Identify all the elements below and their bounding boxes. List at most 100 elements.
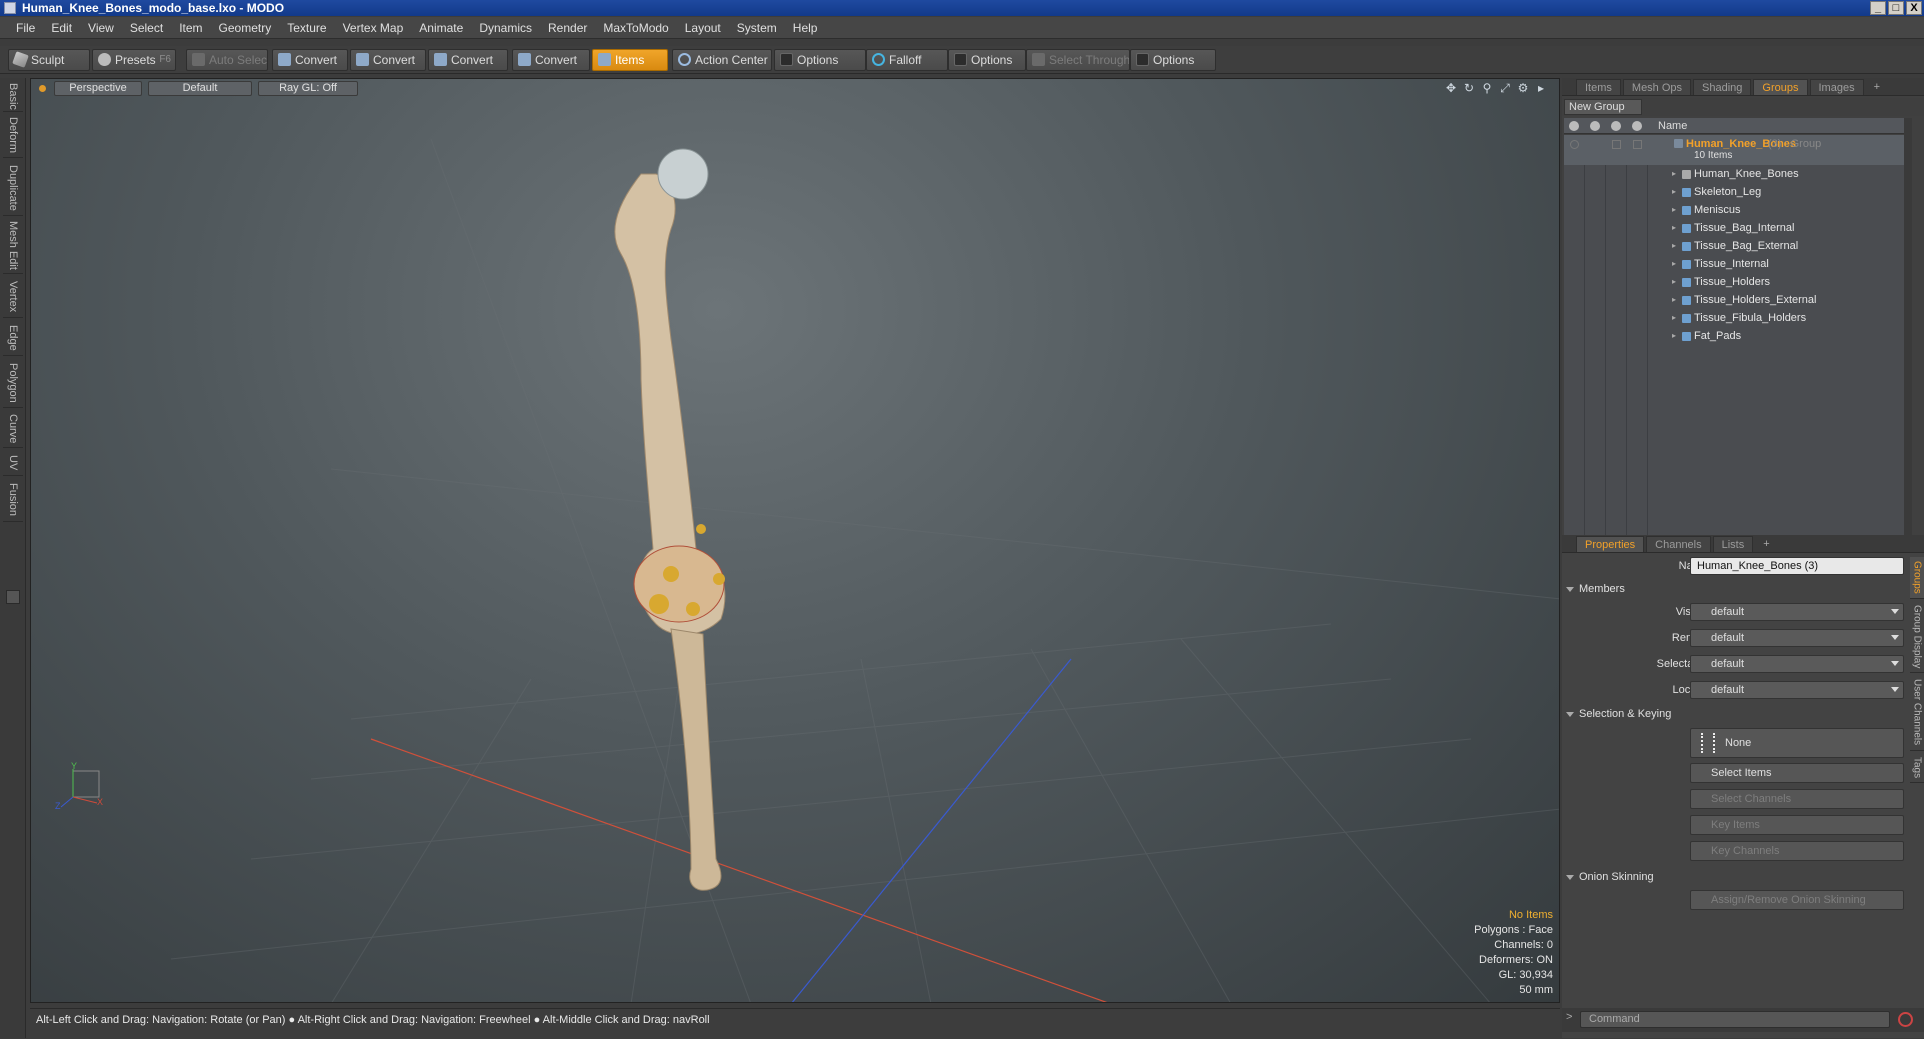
- record-macro-icon[interactable]: [1898, 1012, 1913, 1027]
- zoom-icon[interactable]: ⚲: [1481, 82, 1493, 94]
- selection-set-none[interactable]: None: [1690, 728, 1904, 758]
- menu-select[interactable]: Select: [122, 17, 171, 39]
- pan-icon[interactable]: ✥: [1445, 82, 1457, 94]
- command-history-arrow-icon[interactable]: >: [1566, 1011, 1572, 1023]
- side-tab-groups[interactable]: Groups: [1910, 557, 1924, 599]
- tab-polygon[interactable]: Polygon: [3, 358, 23, 408]
- sculpt-button[interactable]: Sculpt: [8, 49, 90, 71]
- expand-arrow-icon[interactable]: ▸: [1672, 327, 1676, 345]
- convert-button-2[interactable]: Convert: [350, 49, 426, 71]
- group-root-row[interactable]: Human_Knee_Bones (3) : Group 10 Items: [1564, 135, 1904, 165]
- select-through-options-button[interactable]: Options: [1130, 49, 1216, 71]
- tab-items[interactable]: Items: [1576, 79, 1621, 95]
- menu-layout[interactable]: Layout: [677, 17, 729, 39]
- assign-onion-skinning-button[interactable]: Assign/Remove Onion Skinning: [1690, 890, 1904, 910]
- tab-vertex[interactable]: Vertex: [3, 276, 23, 318]
- select-through-button[interactable]: Select Through: [1026, 49, 1130, 71]
- group-item-row[interactable]: ▸ Tissue_Bag_External: [1564, 237, 1904, 255]
- tab-uv[interactable]: UV: [3, 450, 23, 476]
- render-dropdown[interactable]: default: [1690, 629, 1904, 647]
- group-item-row[interactable]: ▸ Tissue_Bag_Internal: [1564, 219, 1904, 237]
- name-field[interactable]: Human_Knee_Bones (3): [1690, 557, 1904, 575]
- expand-arrow-icon[interactable]: ▸: [1672, 291, 1676, 309]
- expand-arrow-icon[interactable]: ▸: [1672, 237, 1676, 255]
- 3d-viewport[interactable]: Y X Z Perspective Default Ray GL: Off ✥ …: [30, 78, 1560, 1003]
- expand-arrow-icon[interactable]: ▸: [1672, 165, 1676, 183]
- tab-mesh-edit[interactable]: Mesh Edit: [3, 218, 23, 274]
- command-input[interactable]: Command: [1580, 1011, 1890, 1028]
- tab-shading[interactable]: Shading: [1693, 79, 1752, 95]
- expand-arrow-icon[interactable]: ▸: [1672, 273, 1676, 291]
- tab-curve[interactable]: Curve: [3, 410, 23, 448]
- expand-arrow-icon[interactable]: ▸: [1672, 183, 1676, 201]
- menu-render[interactable]: Render: [540, 17, 595, 39]
- select-toggle[interactable]: [1633, 140, 1642, 149]
- group-item-row[interactable]: ▸ Skeleton_Leg: [1564, 183, 1904, 201]
- group-item-row[interactable]: ▸ Tissue_Fibula_Holders: [1564, 309, 1904, 327]
- key-items-button[interactable]: Key Items: [1690, 815, 1904, 835]
- group-item-row[interactable]: ▸ Meniscus: [1564, 201, 1904, 219]
- tab-images[interactable]: Images: [1809, 79, 1864, 95]
- visibility-toggle[interactable]: [1570, 140, 1579, 149]
- menu-edit[interactable]: Edit: [43, 17, 80, 39]
- locked-dropdown[interactable]: default: [1690, 681, 1904, 699]
- menu-help[interactable]: Help: [785, 17, 826, 39]
- rotate-icon[interactable]: ↻: [1463, 82, 1475, 94]
- groups-scrollbar[interactable]: [1904, 118, 1912, 535]
- raygl-toggle[interactable]: Ray GL: Off: [258, 80, 358, 96]
- falloff-options-button[interactable]: Options: [948, 49, 1026, 71]
- selectable-dropdown[interactable]: default: [1690, 655, 1904, 673]
- tab-channels[interactable]: Channels: [1646, 536, 1711, 552]
- tab-properties[interactable]: Properties: [1576, 536, 1645, 552]
- shading-default-dropdown[interactable]: Default: [148, 80, 252, 96]
- expand-arrow-icon[interactable]: ▸: [1672, 255, 1676, 273]
- expand-arrow-icon[interactable]: ▸: [1672, 309, 1676, 327]
- add-tab-button[interactable]: +: [1866, 79, 1888, 95]
- group-item-row[interactable]: ▸ Human_Knee_Bones: [1564, 165, 1904, 183]
- select-channels-button[interactable]: Select Channels: [1690, 789, 1904, 809]
- tab-groups[interactable]: Groups: [1753, 79, 1808, 95]
- gear-icon[interactable]: ⚙: [1517, 82, 1529, 94]
- menu-geometry[interactable]: Geometry: [211, 17, 280, 39]
- group-item-row[interactable]: ▸ Tissue_Internal: [1564, 255, 1904, 273]
- tab-lists[interactable]: Lists: [1712, 536, 1754, 552]
- tab-fusion[interactable]: Fusion: [3, 478, 23, 522]
- expand-tabs-icon[interactable]: [6, 590, 20, 604]
- items-mode-button[interactable]: Items: [592, 49, 668, 71]
- menu-system[interactable]: System: [729, 17, 785, 39]
- side-tab-tags[interactable]: Tags: [1910, 753, 1924, 783]
- expand-arrow-icon[interactable]: ▸: [1535, 82, 1547, 94]
- group-item-row[interactable]: ▸ Fat_Pads: [1564, 327, 1904, 345]
- close-button[interactable]: X: [1906, 1, 1922, 15]
- menu-item[interactable]: Item: [171, 17, 210, 39]
- menu-texture[interactable]: Texture: [279, 17, 334, 39]
- menu-dynamics[interactable]: Dynamics: [471, 17, 540, 39]
- group-item-row[interactable]: ▸ Tissue_Holders_External: [1564, 291, 1904, 309]
- key-channels-button[interactable]: Key Channels: [1690, 841, 1904, 861]
- action-center-button[interactable]: Action Center: [672, 49, 772, 71]
- tab-mesh-ops[interactable]: Mesh Ops: [1622, 79, 1692, 95]
- tab-deform[interactable]: Deform: [3, 114, 23, 158]
- lock-toggle[interactable]: [1612, 140, 1621, 149]
- falloff-button[interactable]: Falloff: [866, 49, 948, 71]
- new-group-button[interactable]: New Group: [1564, 99, 1642, 115]
- action-center-options-button[interactable]: Options: [774, 49, 866, 71]
- maximize-button[interactable]: □: [1888, 1, 1904, 15]
- menu-vertex-map[interactable]: Vertex Map: [335, 17, 412, 39]
- view-perspective-dropdown[interactable]: Perspective: [54, 80, 142, 96]
- menu-maxtomodo[interactable]: MaxToModo: [595, 17, 676, 39]
- group-item-row[interactable]: ▸ Tissue_Holders: [1564, 273, 1904, 291]
- auto-select-button[interactable]: Auto Select: [186, 49, 268, 71]
- onion-skinning-section[interactable]: Onion Skinning: [1566, 868, 1654, 886]
- fit-icon[interactable]: ⤢: [1499, 82, 1511, 94]
- menu-view[interactable]: View: [80, 17, 122, 39]
- viewport-options-icon[interactable]: [39, 84, 46, 92]
- tab-duplicate[interactable]: Duplicate: [3, 160, 23, 216]
- convert-button-3[interactable]: Convert: [428, 49, 508, 71]
- side-tab-user-channels[interactable]: User Channels: [1910, 675, 1924, 751]
- convert-button-4[interactable]: Convert: [512, 49, 590, 71]
- add-tab-button[interactable]: +: [1755, 536, 1777, 552]
- expand-arrow-icon[interactable]: ▸: [1672, 219, 1676, 237]
- select-items-button[interactable]: Select Items: [1690, 763, 1904, 783]
- convert-button-1[interactable]: Convert: [272, 49, 348, 71]
